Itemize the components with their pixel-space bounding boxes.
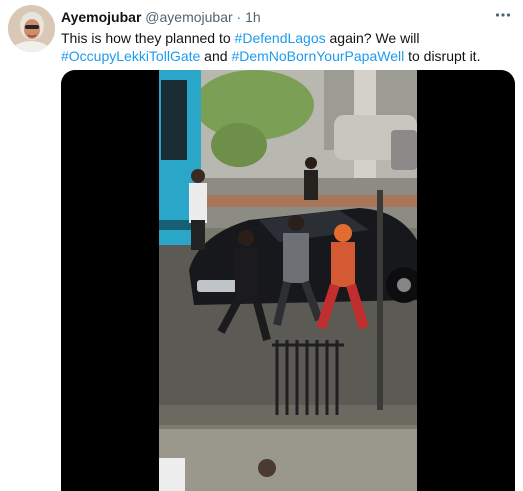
avatar[interactable] (8, 5, 55, 52)
hashtag-link[interactable]: #DemNoBornYourPapaWell (231, 48, 404, 64)
hashtag-link[interactable]: #DefendLagos (235, 30, 326, 46)
timestamp[interactable]: 1h (245, 9, 261, 25)
tweet-text-part: to disrupt it. (404, 48, 481, 64)
hashtag-link[interactable]: #OccupyLekkiTollGate (61, 48, 200, 64)
tweet-header: Ayemojubar @ayemojubar · 1h (61, 8, 493, 26)
tweet-text-part: This is how they planned to (61, 30, 235, 46)
video-still (159, 70, 417, 491)
video-player[interactable] (61, 70, 515, 491)
tweet-text: This is how they planned to #DefendLagos… (61, 29, 501, 65)
more-horizontal-icon (495, 13, 511, 17)
video-frame (159, 70, 417, 491)
avatar-image (8, 5, 55, 52)
separator-dot: · (236, 9, 242, 25)
more-options-button[interactable] (491, 4, 515, 26)
user-handle[interactable]: @ayemojubar (145, 9, 232, 25)
tweet-text-part: and (200, 48, 232, 64)
tweet-card[interactable]: Ayemojubar @ayemojubar · 1h This is how … (0, 0, 523, 491)
tweet-text-part: again? We will (325, 30, 420, 46)
display-name[interactable]: Ayemojubar (61, 9, 141, 25)
